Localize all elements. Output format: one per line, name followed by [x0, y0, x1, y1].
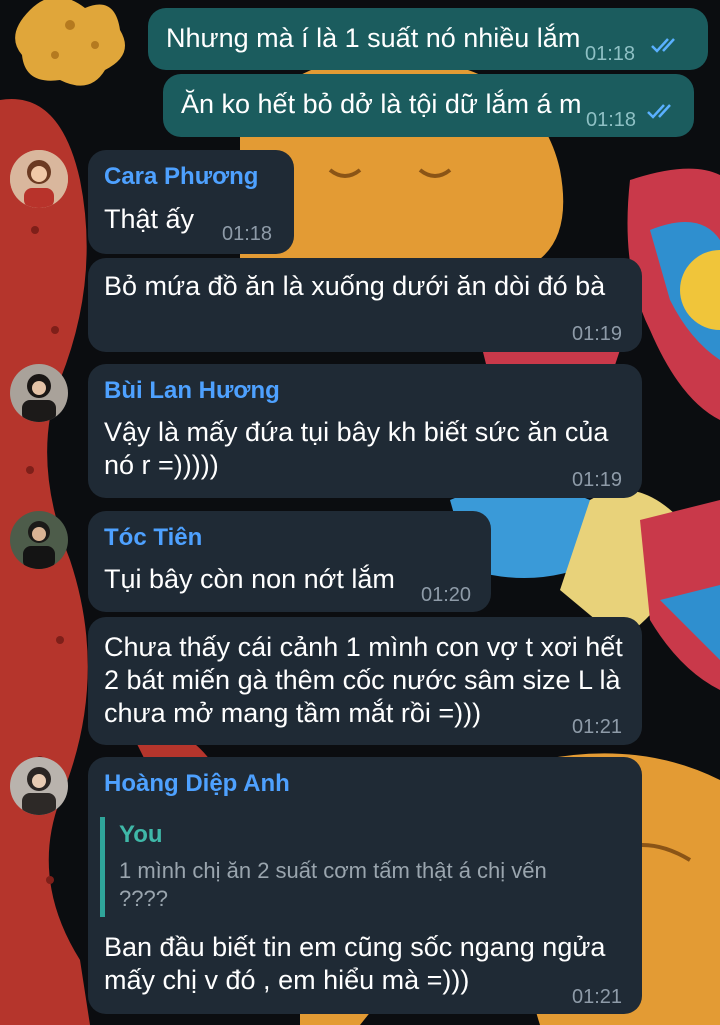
avatar[interactable]: [10, 150, 68, 208]
avatar[interactable]: [10, 511, 68, 569]
reply-quote[interactable]: You 1 mình chị ăn 2 suất cơm tấm thật á …: [100, 817, 559, 917]
incoming-message[interactable]: Bỏ mứa đồ ăn là xuống dưới ăn dòi đó bà …: [88, 258, 642, 352]
incoming-message[interactable]: Tóc Tiên Tụi bây còn non nớt lắm 01:20: [88, 511, 491, 612]
avatar-image: [10, 511, 68, 569]
incoming-message[interactable]: Hoàng Diệp Anh You 1 mình chị ăn 2 suất …: [88, 757, 642, 1014]
avatar[interactable]: [10, 757, 68, 815]
incoming-message[interactable]: Bùi Lan Hương Vậy là mấy đứa tụi bây kh …: [88, 364, 642, 498]
avatar[interactable]: [10, 364, 68, 422]
message-time: 01:18: [585, 43, 636, 65]
reply-sender-name: You: [119, 821, 163, 848]
message-text: Nhưng mà í là 1 suất nó nhiều lắm: [166, 23, 581, 53]
outgoing-message[interactable]: Ăn ko hết bỏ dở là tội dữ lắm á m 01:18: [163, 74, 694, 137]
avatar-image: [10, 757, 68, 815]
outgoing-message[interactable]: Nhưng mà í là 1 suất nó nhiều lắm 01:18: [148, 8, 708, 70]
message-text: Vậy là mấy đứa tụi bây kh biết sức ăn củ…: [104, 417, 609, 480]
message-text: Chưa thấy cái cảnh 1 mình con vợ t xơi h…: [104, 632, 623, 728]
message-text: Thật ấy: [104, 204, 195, 234]
double-check-icon: [647, 104, 671, 119]
incoming-message[interactable]: Chưa thấy cái cảnh 1 mình con vợ t xơi h…: [88, 617, 642, 745]
avatar-image: [10, 150, 68, 208]
message-text: Bỏ mứa đồ ăn là xuống dưới ăn dòi đó bà: [104, 271, 606, 301]
avatar-image: [10, 364, 68, 422]
sender-name[interactable]: Bùi Lan Hương: [104, 376, 280, 406]
message-time: 01:21: [572, 986, 623, 1008]
reply-text: 1 mình chị ăn 2 suất cơm tấm thật á chị …: [119, 858, 547, 911]
incoming-message[interactable]: Cara Phương Thật ấy 01:18: [88, 150, 294, 254]
message-time: 01:19: [572, 323, 623, 345]
message-time: 01:19: [572, 469, 623, 491]
message-time: 01:21: [572, 716, 623, 738]
sender-name[interactable]: Hoàng Diệp Anh: [104, 769, 290, 799]
sender-name[interactable]: Cara Phương: [104, 162, 258, 192]
message-time: 01:18: [222, 223, 273, 245]
message-text: Ăn ko hết bỏ dở là tội dữ lắm á m: [181, 89, 582, 119]
message-time: 01:20: [421, 584, 472, 606]
message-text: Ban đầu biết tin em cũng sốc ngang ngửa …: [104, 932, 606, 995]
message-text: Tụi bây còn non nớt lắm: [104, 564, 395, 594]
double-check-icon: [651, 38, 675, 53]
message-time: 01:18: [586, 109, 637, 131]
sender-name[interactable]: Tóc Tiên: [104, 523, 202, 553]
